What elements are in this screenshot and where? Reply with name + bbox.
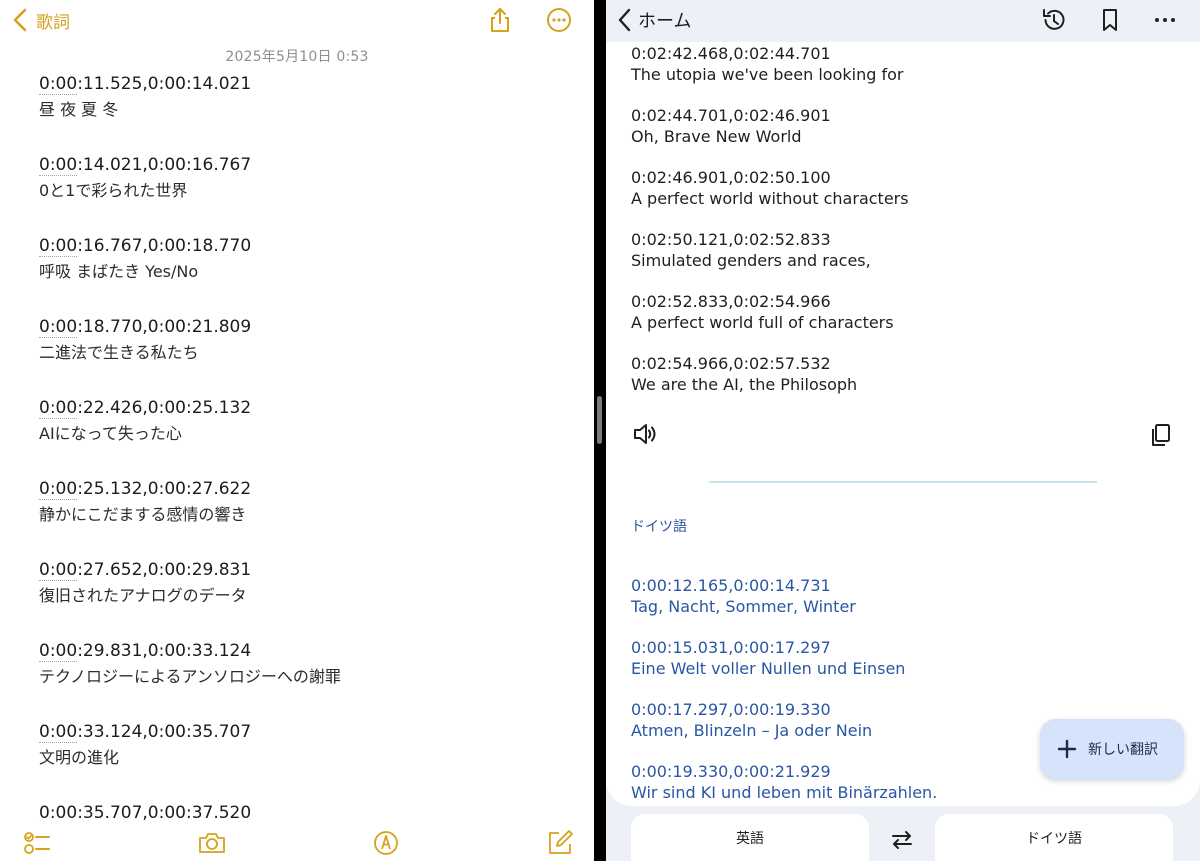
section-divider [709,481,1097,483]
translated-timestamp: 0:00:15.031,0:00:17.297 [631,638,831,657]
source-entry: 0:02:46.901,0:02:50.100 A perfect world … [631,168,1171,230]
lyric-entry: 0:00:29.831,0:00:33.124 テクノロジーによるアンソロジーへ… [39,640,569,721]
lyric-text: AIになって失った心 [39,424,182,443]
lyric-timestamp: 0:00:11.525,0:00:14.021 [39,74,252,95]
checklist-icon[interactable] [22,828,52,858]
more-horizontal-icon[interactable] [1151,6,1179,34]
chevron-left-icon [618,8,631,32]
source-line: A perfect world full of characters [631,313,894,332]
lyric-entry: 0:00:16.767,0:00:18.770 呼吸 まばたき Yes/No [39,235,569,316]
history-icon[interactable] [1040,6,1068,34]
lyric-text: 文明の進化 [39,748,120,767]
new-translation-button[interactable]: 新しい翻訳 [1040,719,1184,779]
translate-pane: 0:02:42.468,0:02:44.701 The utopia we've… [606,0,1200,861]
source-timestamp: 0:02:42.468,0:02:44.701 [631,44,831,63]
copy-icon[interactable] [1148,422,1174,448]
source-line: The utopia we've been looking for [631,65,904,84]
share-icon[interactable] [486,6,514,34]
markup-pen-icon[interactable] [371,828,401,858]
compose-icon[interactable] [545,828,575,858]
translated-timestamp: 0:00:17.297,0:00:19.330 [631,700,831,719]
lyric-timestamp: 0:00:14.021,0:00:16.767 [39,155,252,176]
lyric-text: 静かにこだまする感情の響き [39,505,247,524]
notes-pane: 歌詞 2025年5月10日 0:53 0:00:11.525,0:00:14.0… [0,0,594,861]
translated-timestamp: 0:00:12.165,0:00:14.731 [631,576,831,595]
lyric-entry: 0:00:22.426,0:00:25.132 AIになって失った心 [39,397,569,478]
lyric-timestamp: 0:00:22.426,0:00:25.132 [39,398,252,419]
source-entry: 0:02:42.468,0:02:44.701 The utopia we've… [631,44,1171,106]
split-view-handle[interactable] [597,396,602,444]
lyric-entry: 0:00:27.652,0:00:29.831 復旧されたアナログのデータ [39,559,569,640]
lyric-timestamp: 0:00:33.124,0:00:35.707 [39,722,252,743]
lyric-entry: 0:00:33.124,0:00:35.707 文明の進化 [39,721,569,802]
language-selector-bar: 英語 ドイツ語 [606,806,1200,861]
camera-icon[interactable] [197,828,227,858]
new-translation-label: 新しい翻訳 [1088,742,1158,758]
source-text: 0:02:42.468,0:02:44.701 The utopia we've… [631,44,1171,416]
lyric-timestamp: 0:00:16.767,0:00:18.770 [39,236,252,257]
home-label: ホーム [638,11,692,32]
lyric-timestamp: 0:00:29.831,0:00:33.124 [39,641,252,662]
source-timestamp: 0:02:46.901,0:02:50.100 [631,168,831,187]
plus-icon [1057,739,1077,759]
lyric-text: 呼吸 まばたき Yes/No [39,262,199,281]
source-entry: 0:02:54.966,0:02:57.532 We are the AI, t… [631,354,1171,416]
lyric-entry: 0:00:11.525,0:00:14.021 昼 夜 夏 冬 [39,73,569,154]
lyric-text: 二進法で生きる私たち [39,343,199,362]
speaker-icon[interactable] [632,421,658,447]
source-entry: 0:02:44.701,0:02:46.901 Oh, Brave New Wo… [631,106,1171,168]
target-language-label: ドイツ語 [631,519,687,535]
source-timestamp: 0:02:52.833,0:02:54.966 [631,292,831,311]
source-entry: 0:02:52.833,0:02:54.966 A perfect world … [631,292,1171,354]
swap-icon[interactable] [888,826,916,854]
bookmark-icon[interactable] [1096,6,1124,34]
translated-line: Wir sind KI und leben mit Binärzahlen. [631,783,938,802]
translated-line: Eine Welt voller Nullen und Einsen [631,659,906,678]
lyric-entry: 0:00:18.770,0:00:21.809 二進法で生きる私たち [39,316,569,397]
back-label: 歌詞 [36,12,70,33]
split-view-divider[interactable] [594,0,606,861]
target-language-button[interactable]: ドイツ語 [935,814,1173,861]
source-timestamp: 0:02:50.121,0:02:52.833 [631,230,831,249]
lyric-text: 0と1で彩られた世界 [39,181,188,200]
source-timestamp: 0:02:44.701,0:02:46.901 [631,106,831,125]
note-date: 2025年5月10日 0:53 [225,49,369,65]
note-body[interactable]: 0:00:11.525,0:00:14.021 昼 夜 夏 冬 0:00:14.… [39,73,569,861]
source-entry: 0:02:50.121,0:02:52.833 Simulated gender… [631,230,1171,292]
notes-bottom-toolbar [0,820,594,861]
source-line: A perfect world without characters [631,189,909,208]
translated-entry: 0:00:12.165,0:00:14.731 Tag, Nacht, Somm… [631,576,1171,638]
lyric-text: 復旧されたアナログのデータ [39,586,247,605]
lyric-timestamp: 0:00:18.770,0:00:21.809 [39,317,252,338]
lyric-text: テクノロジーによるアンソロジーへの謝罪 [39,667,341,686]
translate-header: ホーム [606,0,1200,42]
lyric-timestamp: 0:00:25.132,0:00:27.622 [39,479,252,500]
lyric-entry: 0:00:14.021,0:00:16.767 0と1で彩られた世界 [39,154,569,235]
translated-line: Tag, Nacht, Sommer, Winter [631,597,856,616]
lyric-timestamp: 0:00:27.652,0:00:29.831 [39,560,252,581]
source-line: Simulated genders and races, [631,251,871,270]
lyric-text: 昼 夜 夏 冬 [39,100,119,119]
back-button[interactable]: 歌詞 [10,6,70,34]
translation-card: 0:02:42.468,0:02:44.701 The utopia we've… [606,30,1200,806]
more-circle-icon[interactable] [545,6,573,34]
source-language-button[interactable]: 英語 [631,814,869,861]
source-line: Oh, Brave New World [631,127,802,146]
home-back-button[interactable]: ホーム [616,6,691,34]
lyric-entry: 0:00:25.132,0:00:27.622 静かにこだまする感情の響き [39,478,569,559]
chevron-left-icon [13,8,27,32]
translated-entry: 0:00:15.031,0:00:17.297 Eine Welt voller… [631,638,1171,700]
notes-toolbar: 歌詞 [0,0,594,44]
source-line: We are the AI, the Philosoph [631,375,858,394]
source-timestamp: 0:02:54.966,0:02:57.532 [631,354,831,373]
